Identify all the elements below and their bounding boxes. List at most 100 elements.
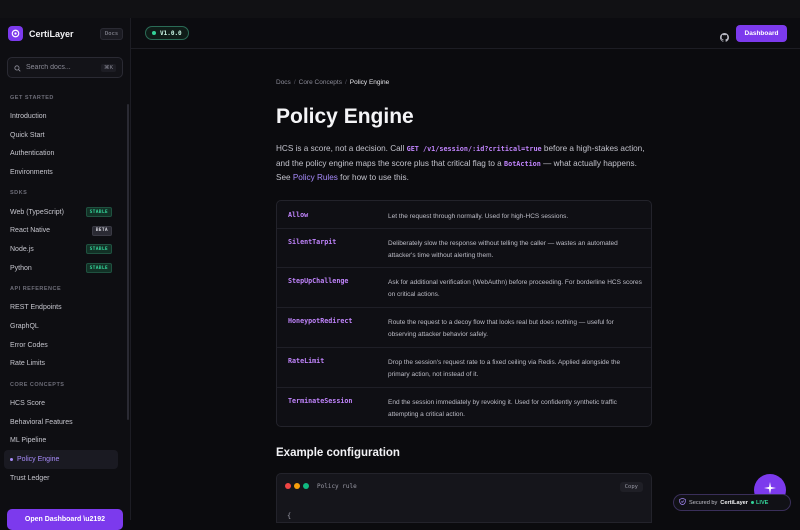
sidebar-item-python[interactable]: Python STABLE — [0, 259, 122, 278]
action-description: Ask for additional verification (WebAuth… — [388, 279, 642, 298]
version-label: V1.0.0 — [160, 29, 182, 37]
table-row: TerminateSession End the session immedia… — [277, 388, 651, 426]
sidebar-item-label: Introduction — [10, 112, 47, 120]
sidebar-item-behavioral-features[interactable]: Behavioral Features — [0, 413, 122, 432]
action-name: SilentTarpit — [288, 238, 337, 246]
code-line: { — [287, 512, 292, 520]
secured-brand: CertiLayer — [720, 499, 748, 506]
sidebar-item-policy-engine[interactable]: Policy Engine — [4, 450, 118, 469]
table-row: RateLimit Drop the session's request rat… — [277, 348, 651, 388]
green-dot-icon — [303, 483, 309, 489]
brand[interactable]: CertiLayer — [8, 26, 74, 41]
action-description: Let the request through normally. Used f… — [388, 213, 569, 220]
nav-section-title: CORE CONCEPTS — [10, 381, 65, 388]
sidebar-item-label: ML Pipeline — [10, 437, 47, 445]
sidebar-item-ml-pipeline[interactable]: ML Pipeline — [0, 432, 122, 451]
table-row: SilentTarpit Deliberately slow the respo… — [277, 229, 651, 268]
dashboard-button[interactable]: Dashboard — [736, 25, 787, 42]
breadcrumb-docs[interactable]: Docs — [276, 79, 291, 86]
sidebar-item-label: Trust Ledger — [10, 474, 50, 482]
sidebar-item-label: Environments — [10, 168, 53, 176]
sidebar-item-label: React Native — [10, 227, 51, 235]
certilayer-logo-icon — [8, 26, 23, 41]
intro-code-botaction: BotAction — [504, 159, 541, 168]
action-name: TerminateSession — [288, 397, 353, 405]
table-row: StepUpChallenge Ask for additional verif… — [277, 268, 651, 308]
status-dot-icon — [152, 31, 156, 35]
action-name: StepUpChallenge — [288, 277, 349, 285]
action-name: RateLimit — [288, 357, 325, 365]
secured-by-badge[interactable]: Secured by CertiLayer LIVE — [673, 494, 791, 511]
sidebar-item-nodejs[interactable]: Node.js STABLE — [0, 240, 122, 259]
sidebar-item-error-codes[interactable]: Error Codes — [0, 336, 122, 355]
policy-rules-link[interactable]: Policy Rules — [293, 173, 338, 182]
sidebar-item-label: Policy Engine — [17, 456, 60, 464]
sidebar-item-label: Authentication — [10, 150, 55, 158]
intro-text: for how to use this. — [337, 173, 409, 183]
sidebar-item-label: Behavioral Features — [10, 418, 73, 426]
sidebar-item-trust-ledger[interactable]: Trust Ledger — [0, 469, 122, 488]
github-icon[interactable] — [720, 29, 729, 47]
example-config-heading: Example configuration — [276, 447, 400, 459]
nav-section-title: GET STARTED — [10, 94, 54, 101]
breadcrumb-core-concepts[interactable]: Core Concepts — [299, 79, 342, 86]
sidebar-item-hcs-score[interactable]: HCS Score — [0, 394, 122, 413]
sidebar-item-label: Rate Limits — [10, 360, 46, 368]
sidebar-item-label: HCS Score — [10, 400, 46, 408]
code-block: Policy rule Copy { — [276, 473, 652, 523]
sidebar-item-label: GraphQL — [10, 323, 39, 331]
sidebar-item-rate-limits[interactable]: Rate Limits — [0, 355, 122, 374]
live-status: LIVE — [751, 500, 768, 506]
stable-badge: STABLE — [85, 244, 112, 255]
search-shortcut: ⌘K — [101, 63, 117, 72]
docs-badge: Docs — [100, 28, 124, 40]
top-strip — [0, 0, 800, 18]
search-input[interactable] — [26, 64, 96, 71]
intro-paragraph: HCS is a score, not a decision. Call GET… — [276, 142, 652, 185]
sidebar-item-introduction[interactable]: Introduction — [0, 107, 122, 126]
sidebar-item-authentication[interactable]: Authentication — [0, 144, 122, 163]
copy-button[interactable]: Copy — [619, 482, 643, 492]
sidebar-item-label: REST Endpoints — [10, 304, 62, 312]
page-title: Policy Engine — [276, 105, 414, 128]
action-name: Allow — [288, 211, 309, 219]
beta-badge: BETA — [91, 225, 112, 236]
sidebar-item-environments[interactable]: Environments — [0, 163, 122, 182]
brand-name: CertiLayer — [29, 28, 74, 39]
sidebar-item-label: Error Codes — [10, 341, 48, 349]
action-description: End the session immediately by revoking … — [388, 399, 617, 418]
search-box[interactable]: ⌘K — [7, 57, 123, 78]
sidebar-item-label: Web (TypeScript) — [10, 208, 64, 216]
intro-text: HCS is a score, not a decision. Call — [276, 144, 407, 153]
sidebar-item-label: Python — [10, 264, 32, 272]
action-description: Deliberately slow the response without t… — [388, 240, 618, 259]
top-header: V1.0.0 Dashboard — [131, 18, 800, 49]
search-icon — [14, 59, 21, 77]
breadcrumb: Docs / Core Concepts / Policy Engine — [276, 79, 390, 86]
yellow-dot-icon — [294, 483, 300, 489]
breadcrumb-current: Policy Engine — [349, 79, 390, 86]
sidebar-item-react-native[interactable]: React Native BETA — [0, 221, 122, 240]
sidebar-item-quick-start[interactable]: Quick Start — [0, 126, 122, 145]
secured-prefix: Secured by — [689, 499, 718, 506]
intro-code-endpoint: GET /v1/session/:id?critical=true — [406, 145, 542, 153]
sidebar: CertiLayer Docs ⌘K GET STARTED Introduct… — [0, 18, 131, 530]
action-description: Drop the session's request rate to a fix… — [388, 359, 621, 378]
sidebar-item-label: Quick Start — [10, 131, 45, 139]
actions-table: Allow Let the request through normally. … — [276, 200, 652, 427]
sidebar-item-graphql[interactable]: GraphQL — [0, 317, 122, 336]
sidebar-item-rest-endpoints[interactable]: REST Endpoints — [0, 299, 122, 318]
code-block-label: Policy rule — [317, 483, 357, 490]
stable-badge: STABLE — [85, 207, 112, 218]
table-row: HoneypotRedirect Route the request to a … — [277, 308, 651, 348]
shield-check-icon — [679, 497, 686, 507]
sidebar-scrollbar[interactable] — [127, 104, 129, 420]
window-dots — [285, 483, 309, 489]
nav-section-title: SDKS — [10, 190, 28, 197]
sidebar-nav: GET STARTED Introduction Quick Start Aut… — [0, 86, 126, 488]
red-dot-icon — [285, 483, 291, 489]
version-badge[interactable]: V1.0.0 — [145, 26, 189, 40]
table-row: Allow Let the request through normally. … — [277, 201, 651, 229]
sidebar-item-web-typescript[interactable]: Web (TypeScript) STABLE — [0, 203, 122, 222]
sidebar-item-label: Node.js — [10, 245, 34, 253]
